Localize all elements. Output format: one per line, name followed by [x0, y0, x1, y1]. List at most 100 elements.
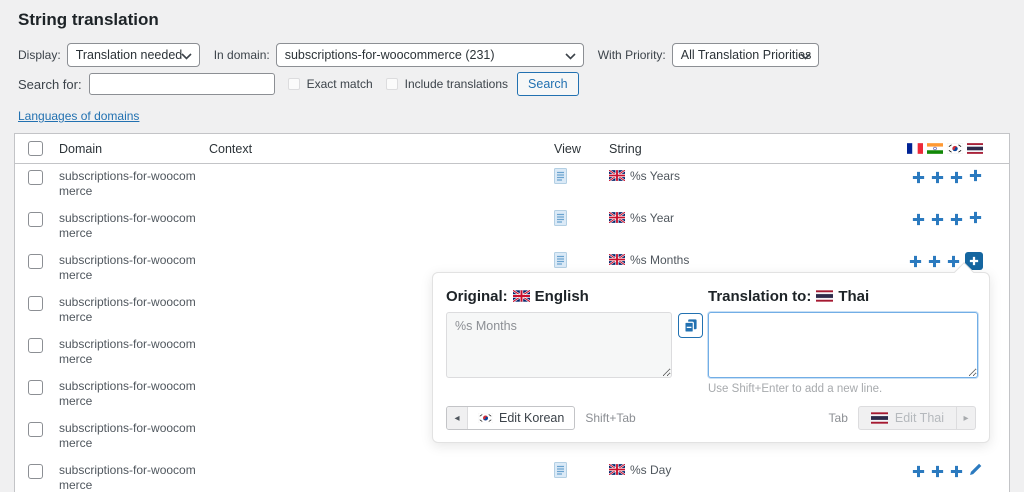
filter-bar: Display: Translation needed In domain: s… — [0, 43, 1024, 67]
search-bar: Search for: Exact match Include translat… — [0, 72, 1024, 96]
row-view-cell — [554, 206, 609, 229]
select-all-checkbox[interactable] — [28, 141, 43, 156]
translation-editor-popup: Original: English Translation to: Thai %… — [432, 262, 990, 443]
table-row: subscriptions-for-woocommerce %s Years — [15, 164, 1009, 206]
priority-select[interactable]: All Translation Priorities — [671, 43, 819, 67]
display-label: Display: — [18, 48, 61, 62]
row-checkbox[interactable] — [28, 254, 43, 269]
add-korean-translation-icon[interactable] — [949, 464, 964, 479]
language-flags-header — [879, 143, 1009, 154]
domain-select[interactable]: subscriptions-for-woocommerce (231) — [275, 43, 584, 67]
add-french-translation-icon[interactable] — [911, 212, 926, 227]
copy-icon — [683, 319, 697, 333]
string-column-header: String — [609, 141, 642, 156]
languages-of-domains-link[interactable]: Languages of domains — [18, 109, 139, 123]
add-thai-translation-icon[interactable] — [968, 168, 983, 183]
add-hindi-translation-icon[interactable] — [930, 170, 945, 185]
priority-label: With Priority: — [597, 48, 666, 62]
add-french-translation-icon[interactable] — [908, 254, 923, 269]
add-french-translation-icon[interactable] — [911, 464, 926, 479]
row-string-cell: %s Years — [609, 164, 879, 183]
uk-flag-icon — [512, 290, 530, 302]
row-domain: subscriptions-for-woocommerce — [59, 211, 196, 240]
include-translations-label: Include translations — [404, 77, 509, 91]
search-input[interactable] — [88, 73, 275, 95]
uk-flag-icon — [609, 464, 625, 475]
row-translation-actions — [879, 248, 1009, 270]
uk-flag-icon — [609, 212, 625, 223]
edit-korean-button[interactable]: ◂ Edit Korean — [446, 406, 576, 430]
add-hindi-translation-icon[interactable] — [930, 464, 945, 479]
row-string-cell: %s Months — [609, 248, 879, 267]
view-document-icon[interactable] — [554, 252, 567, 268]
edit-thai-translation-icon[interactable] — [968, 462, 983, 477]
row-translation-actions — [879, 206, 1009, 228]
translation-heading: Translation to: Thai — [708, 287, 870, 305]
thai-translation-action-slot — [968, 462, 983, 480]
add-korean-translation-icon[interactable] — [949, 212, 964, 227]
row-view-cell — [554, 248, 609, 271]
row-domain: subscriptions-for-woocommerce — [59, 421, 196, 450]
table-header: Domain Context View String — [15, 134, 1009, 164]
thai-translation-action-slot — [968, 210, 983, 228]
thailand-flag-icon — [967, 143, 983, 154]
view-document-icon[interactable] — [554, 462, 567, 478]
copy-original-button[interactable] — [677, 313, 703, 338]
prev-shortcut-label: Shift+Tab — [585, 411, 636, 425]
add-french-translation-icon[interactable] — [911, 170, 926, 185]
display-select[interactable]: Translation needed — [66, 43, 200, 67]
original-heading: Original: English — [446, 287, 589, 305]
row-domain: subscriptions-for-woocommerce — [59, 295, 196, 324]
new-line-hint: Use Shift+Enter to add a new line. — [708, 383, 883, 395]
row-checkbox[interactable] — [28, 212, 43, 227]
row-string-text: %s Year — [630, 211, 675, 225]
next-language-arrow-icon: ▸ — [956, 407, 975, 429]
row-checkbox[interactable] — [28, 338, 43, 353]
chevron-down-icon — [800, 53, 811, 60]
india-flag-icon — [927, 143, 943, 154]
row-checkbox[interactable] — [28, 422, 43, 437]
add-hindi-translation-icon[interactable] — [930, 212, 945, 227]
edit-thai-button: Edit Thai ▸ — [857, 406, 976, 430]
chevron-down-icon — [565, 53, 576, 60]
row-checkbox[interactable] — [28, 380, 43, 395]
previous-language-arrow-icon[interactable]: ◂ — [447, 407, 468, 429]
row-translation-actions — [879, 164, 1009, 186]
row-string-text: %s Months — [630, 253, 690, 267]
table-row: subscriptions-for-woocommerce %s Day — [15, 458, 1009, 492]
view-document-icon[interactable] — [554, 210, 567, 226]
next-shortcut-label: Tab — [828, 411, 848, 425]
row-domain: subscriptions-for-woocommerce — [59, 463, 196, 492]
row-translation-actions — [879, 458, 1009, 480]
row-domain: subscriptions-for-woocommerce — [59, 253, 196, 282]
include-translations-checkbox[interactable] — [385, 78, 398, 90]
row-checkbox[interactable] — [28, 170, 43, 185]
add-hindi-translation-icon[interactable] — [927, 254, 942, 269]
uk-flag-icon — [609, 254, 625, 265]
add-thai-translation-icon[interactable] — [968, 210, 983, 225]
thailand-flag-icon — [816, 290, 834, 302]
translation-text-area[interactable] — [708, 312, 978, 378]
thai-translation-action-slot — [968, 168, 983, 186]
original-text-area: %s Months — [446, 312, 672, 378]
south-korea-flag-icon — [478, 413, 493, 423]
thailand-flag-icon — [870, 412, 888, 424]
row-view-cell — [554, 458, 609, 481]
row-checkbox[interactable] — [28, 464, 43, 479]
page-title: String translation — [18, 10, 159, 29]
row-domain: subscriptions-for-woocommerce — [59, 337, 196, 366]
exact-match-checkbox[interactable] — [287, 78, 300, 90]
context-column-header: Context — [209, 141, 253, 156]
view-document-icon[interactable] — [554, 168, 567, 184]
row-string-cell: %s Day — [609, 458, 879, 477]
row-domain: subscriptions-for-woocommerce — [59, 169, 196, 198]
uk-flag-icon — [609, 170, 625, 181]
row-string-cell: %s Year — [609, 206, 879, 225]
search-button[interactable]: Search — [517, 72, 579, 96]
row-checkbox[interactable] — [28, 296, 43, 311]
row-domain: subscriptions-for-woocommerce — [59, 379, 196, 408]
row-string-text: %s Day — [630, 463, 672, 477]
add-korean-translation-icon[interactable] — [949, 170, 964, 185]
search-label: Search for: — [18, 76, 82, 92]
view-column-header: View — [554, 141, 581, 156]
